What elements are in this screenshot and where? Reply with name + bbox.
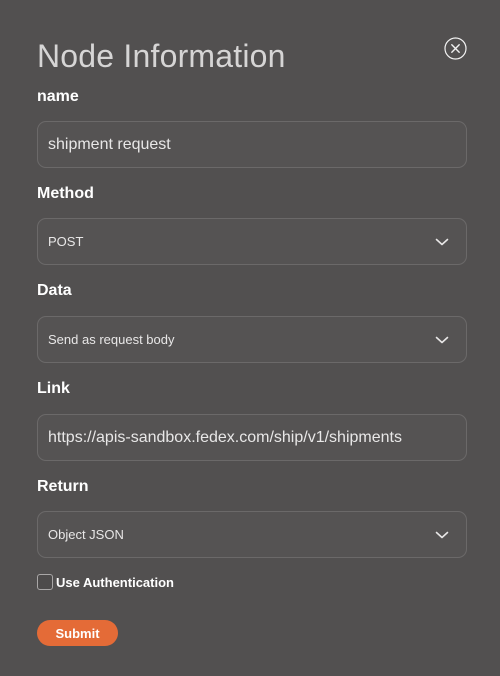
name-input-value: shipment request [48, 135, 171, 153]
node-information-dialog: Node Information name shipment request M… [0, 0, 500, 676]
chevron-down-icon [435, 531, 449, 539]
close-circle-icon [444, 37, 467, 60]
return-label: Return [37, 478, 89, 495]
use-authentication-option[interactable]: Use Authentication [37, 574, 174, 590]
return-select-value: Object JSON [48, 527, 124, 542]
submit-button[interactable]: Submit [37, 620, 118, 646]
link-label: Link [37, 380, 70, 397]
name-label: name [37, 88, 79, 105]
name-input[interactable]: shipment request [37, 121, 467, 168]
use-authentication-checkbox[interactable] [37, 574, 53, 590]
chevron-down-icon [435, 336, 449, 344]
use-authentication-label: Use Authentication [56, 574, 174, 590]
dialog-title: Node Information [37, 38, 286, 74]
data-select[interactable]: Send as request body [37, 316, 467, 363]
method-label: Method [37, 185, 94, 202]
close-button[interactable] [444, 37, 467, 60]
return-select[interactable]: Object JSON [37, 511, 467, 558]
data-select-value: Send as request body [48, 332, 175, 347]
chevron-down-icon [435, 238, 449, 246]
link-input-value: https://apis-sandbox.fedex.com/ship/v1/s… [48, 428, 402, 446]
method-select[interactable]: POST [37, 218, 467, 265]
link-input[interactable]: https://apis-sandbox.fedex.com/ship/v1/s… [37, 414, 467, 461]
method-select-value: POST [48, 234, 84, 249]
data-label: Data [37, 282, 72, 299]
